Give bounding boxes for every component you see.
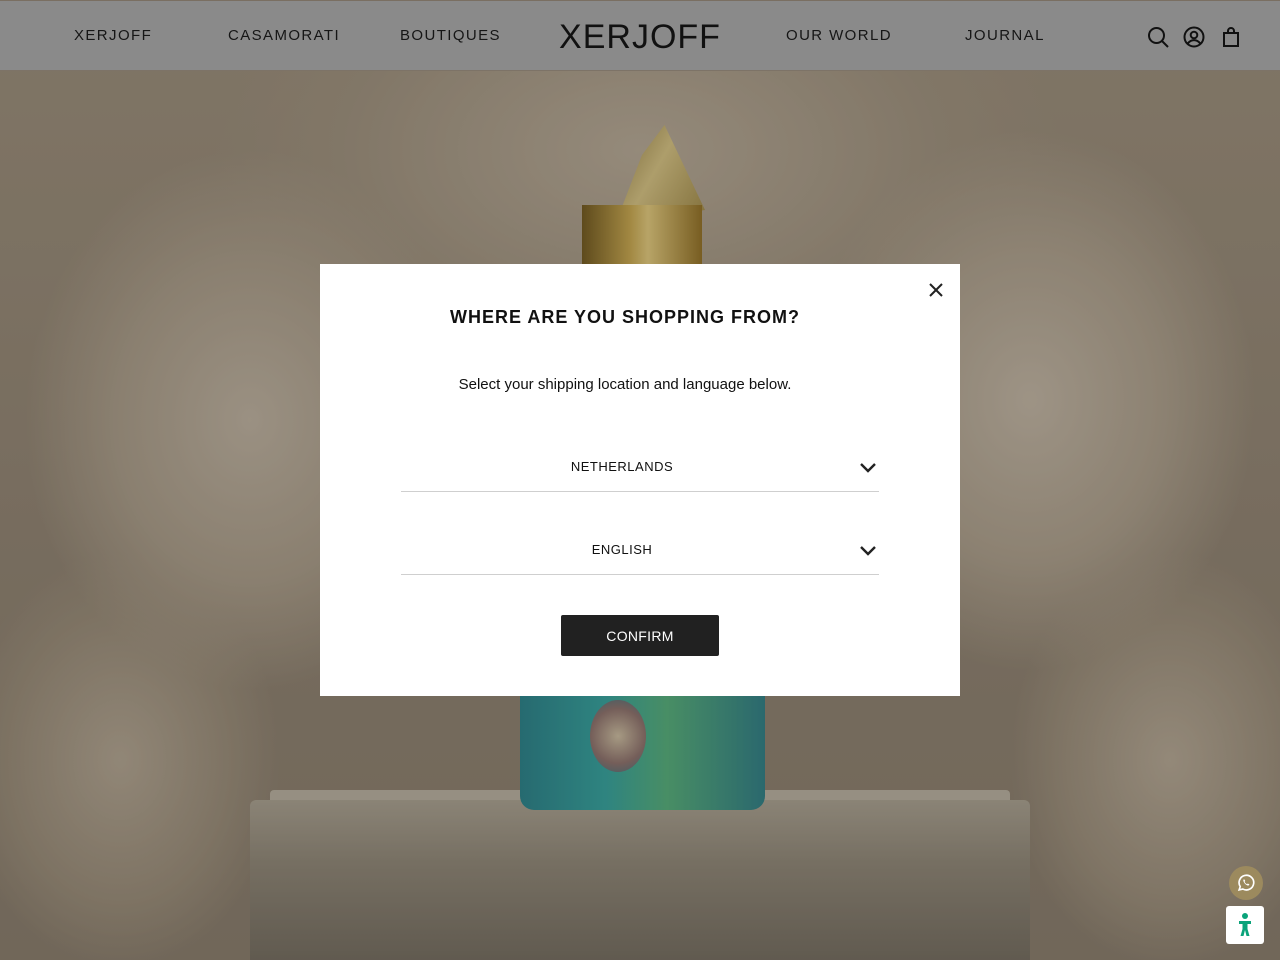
location-modal: WHERE ARE YOU SHOPPING FROM? Select your…: [320, 264, 960, 696]
nav-link-casamorati[interactable]: CASAMORATI: [228, 27, 340, 44]
whatsapp-icon[interactable]: [1229, 866, 1263, 900]
cart-icon[interactable]: [1219, 25, 1243, 49]
close-icon[interactable]: [924, 278, 948, 302]
chevron-down-icon: [859, 544, 877, 558]
language-select-value: ENGLISH: [591, 542, 653, 557]
country-select-value: NETHERLANDS: [570, 459, 674, 474]
modal-subtitle: Select your shipping location and langua…: [458, 376, 792, 393]
nav-link-xerjoff[interactable]: XERJOFF: [74, 27, 152, 44]
search-icon[interactable]: [1146, 25, 1170, 49]
confirm-button[interactable]: CONFIRM: [561, 615, 719, 656]
country-select[interactable]: NETHERLANDS: [401, 446, 879, 492]
modal-title: WHERE ARE YOU SHOPPING FROM?: [449, 307, 801, 327]
language-select[interactable]: ENGLISH: [401, 529, 879, 575]
site-header: XERJOFF CASAMORATI BOUTIQUES XERJOFF OUR…: [0, 0, 1280, 71]
account-icon[interactable]: [1182, 25, 1206, 49]
nav-link-our-world[interactable]: OUR WORLD: [786, 27, 892, 44]
site-logo[interactable]: XERJOFF: [558, 17, 722, 57]
accessibility-icon[interactable]: [1226, 906, 1264, 944]
nav-link-journal[interactable]: JOURNAL: [965, 27, 1045, 44]
chevron-down-icon: [859, 461, 877, 475]
nav-link-boutiques[interactable]: BOUTIQUES: [400, 27, 501, 44]
